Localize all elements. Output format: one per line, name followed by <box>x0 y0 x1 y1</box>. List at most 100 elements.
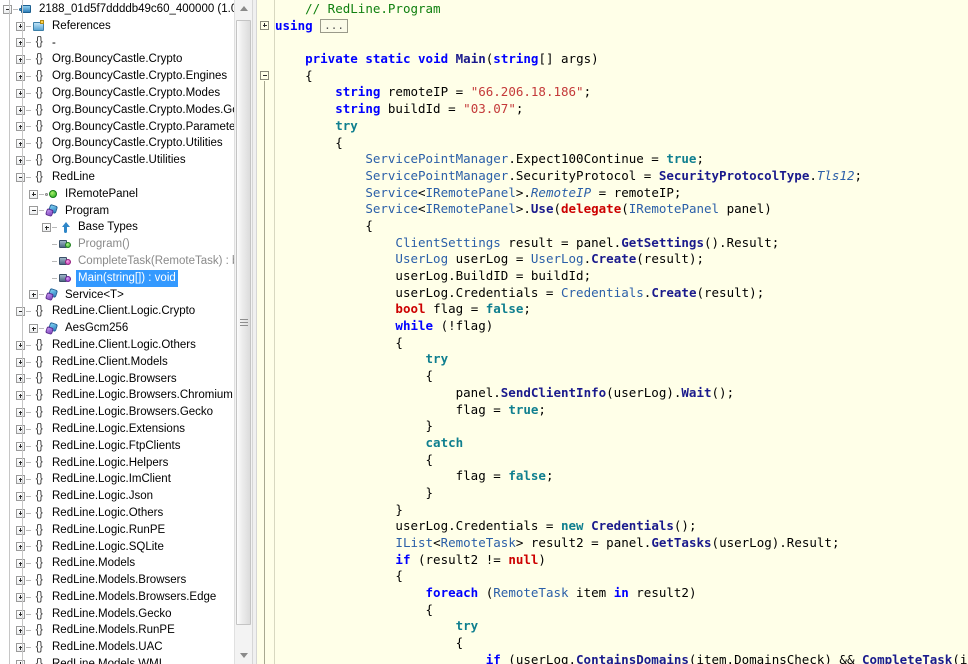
code-token: true <box>508 401 539 417</box>
tree-node[interactable]: {} RedLine.Logic.FtpClients <box>0 438 252 455</box>
code-token: RemoteIP <box>530 184 592 200</box>
collapse-icon[interactable] <box>3 4 12 14</box>
decompiled-code[interactable]: // RedLine.Program using ... private stat… <box>275 0 968 664</box>
tree-node[interactable]: {} RedLine <box>0 169 252 186</box>
tree-node[interactable]: {} RedLine.Logic.Json <box>0 488 252 505</box>
collapsed-using-block[interactable]: ... <box>320 18 349 33</box>
tree-node-label: RedLine.Models <box>52 557 136 570</box>
expand-icon[interactable] <box>16 508 25 518</box>
tree-node[interactable]: {} RedLine.Models.Gecko <box>0 606 252 623</box>
tree-node[interactable]: {} RedLine.Models.RunPE <box>0 622 252 639</box>
tree-node[interactable]: {} RedLine.Models.UAC <box>0 639 252 656</box>
expand-icon[interactable] <box>16 408 25 418</box>
tree-node[interactable]: IRemotePanel <box>0 186 252 203</box>
tree-connector <box>26 361 31 363</box>
tree-node[interactable]: Program() <box>0 236 252 253</box>
expand-icon[interactable] <box>16 559 25 569</box>
tree-node[interactable]: {} RedLine.Client.Logic.Others <box>0 337 252 354</box>
tree-connector <box>26 462 31 464</box>
code-token: true <box>666 151 697 167</box>
expand-icon[interactable] <box>16 88 25 98</box>
tree-node[interactable]: {} RedLine.Models.WMI <box>0 656 252 664</box>
scroll-down-arrow-icon[interactable] <box>235 647 252 664</box>
tree-node[interactable]: Service<T> <box>0 287 252 304</box>
tree-node[interactable]: References <box>0 18 252 35</box>
code-token: remoteIP = <box>387 84 471 100</box>
expand-icon[interactable] <box>16 492 25 501</box>
code-fold-collapse-icon[interactable] <box>260 70 269 80</box>
tree-node-label: RedLine.Client.Models <box>52 355 168 368</box>
expand-icon[interactable] <box>16 38 25 48</box>
expand-icon[interactable] <box>16 592 25 602</box>
tree-node[interactable]: {} RedLine.Models <box>0 555 252 572</box>
tree-node[interactable]: 2188_01d5f7ddddb49c60_400000 (1.0.0.0) <box>0 1 252 18</box>
tree-node[interactable]: {} RedLine.Logic.Extensions <box>0 421 252 438</box>
tree-node[interactable]: CompleteTask(RemoteTask) : boo <box>0 253 252 270</box>
expand-icon[interactable] <box>16 458 25 468</box>
tree-node[interactable]: Main(string[]) : void <box>0 269 252 287</box>
code-line: Service<IRemotePanel>.Use(delegate(IRemo… <box>275 201 968 218</box>
code-fold-expand-icon[interactable] <box>260 20 269 30</box>
expand-icon[interactable] <box>16 55 25 65</box>
expand-icon[interactable] <box>29 324 38 334</box>
tree-node[interactable]: {} RedLine.Logic.Helpers <box>0 455 252 472</box>
tree-node[interactable]: {} Org.BouncyCastle.Crypto.Modes <box>0 85 252 102</box>
tree-node[interactable]: Base Types <box>0 219 252 236</box>
expand-icon[interactable] <box>16 122 25 132</box>
expand-icon[interactable] <box>16 340 25 350</box>
expand-icon[interactable] <box>16 475 25 485</box>
expand-icon[interactable] <box>16 21 25 31</box>
code-token: flag = <box>433 301 486 317</box>
code-token: { <box>335 134 343 150</box>
tree-node[interactable]: {} Org.BouncyCastle.Crypto.Engines <box>0 68 252 85</box>
expand-icon[interactable] <box>16 391 25 401</box>
expand-icon[interactable] <box>42 223 51 233</box>
expand-icon[interactable] <box>16 357 25 367</box>
expand-icon[interactable] <box>16 626 25 636</box>
tree-node[interactable]: {} RedLine.Logic.Browsers.Gecko <box>0 404 252 421</box>
expand-icon[interactable] <box>16 105 25 115</box>
tree-node[interactable]: {} RedLine.Logic.Others <box>0 505 252 522</box>
tree-node[interactable]: {} Org.BouncyCastle.Crypto.Parameters <box>0 119 252 136</box>
expand-icon[interactable] <box>16 525 25 535</box>
expand-icon[interactable] <box>29 189 38 199</box>
tree-node[interactable]: {} Org.BouncyCastle.Crypto.Utilities <box>0 135 252 152</box>
tree-node[interactable]: {} - <box>0 35 252 52</box>
expand-icon[interactable] <box>16 643 25 653</box>
expand-icon[interactable] <box>16 72 25 82</box>
collapse-icon[interactable] <box>16 172 25 182</box>
tree-node[interactable]: {} Org.BouncyCastle.Utilities <box>0 152 252 169</box>
tree-node[interactable]: {} Org.BouncyCastle.Crypto.Modes.Gcm <box>0 102 252 119</box>
tree-node[interactable]: Program <box>0 203 252 220</box>
tree-node[interactable]: {} RedLine.Logic.ImClient <box>0 471 252 488</box>
expand-icon[interactable] <box>29 290 38 300</box>
tree-node[interactable]: AesGcm256 <box>0 320 252 337</box>
tree-node[interactable]: {} RedLine.Logic.Browsers <box>0 371 252 388</box>
tree-node[interactable]: {} RedLine.Client.Models <box>0 354 252 371</box>
expand-icon[interactable] <box>16 609 25 619</box>
expand-icon[interactable] <box>16 374 25 384</box>
code-view-pane[interactable]: // RedLine.Program using ... private stat… <box>257 0 968 664</box>
tree-scrollbar-thumb[interactable] <box>236 20 251 625</box>
tree-connector <box>26 378 31 380</box>
assembly-tree[interactable]: 2188_01d5f7ddddb49c60_400000 (1.0.0.0) Re… <box>0 0 252 664</box>
expand-icon[interactable] <box>16 659 25 664</box>
expand-icon[interactable] <box>16 139 25 149</box>
tree-node[interactable]: {} RedLine.Models.Browsers.Edge <box>0 589 252 606</box>
fold-margin[interactable] <box>257 0 275 664</box>
collapse-icon[interactable] <box>16 307 25 317</box>
tree-node[interactable]: {} RedLine.Models.Browsers <box>0 572 252 589</box>
expand-icon[interactable] <box>16 156 25 166</box>
tree-node[interactable]: {} RedLine.Logic.RunPE <box>0 522 252 539</box>
tree-node[interactable]: {} RedLine.Client.Logic.Crypto <box>0 303 252 320</box>
tree-node[interactable]: {} RedLine.Logic.SQLite <box>0 539 252 556</box>
tree-node[interactable]: {} Org.BouncyCastle.Crypto <box>0 51 252 68</box>
expand-icon[interactable] <box>16 542 25 552</box>
tree-node[interactable]: {} RedLine.Logic.Browsers.Chromium <box>0 387 252 404</box>
expand-icon[interactable] <box>16 575 25 585</box>
collapse-icon[interactable] <box>29 206 38 216</box>
expand-icon[interactable] <box>16 441 25 451</box>
tree-vertical-scrollbar[interactable] <box>234 0 252 664</box>
expand-icon[interactable] <box>16 424 25 434</box>
scroll-up-arrow-icon[interactable] <box>235 0 252 17</box>
